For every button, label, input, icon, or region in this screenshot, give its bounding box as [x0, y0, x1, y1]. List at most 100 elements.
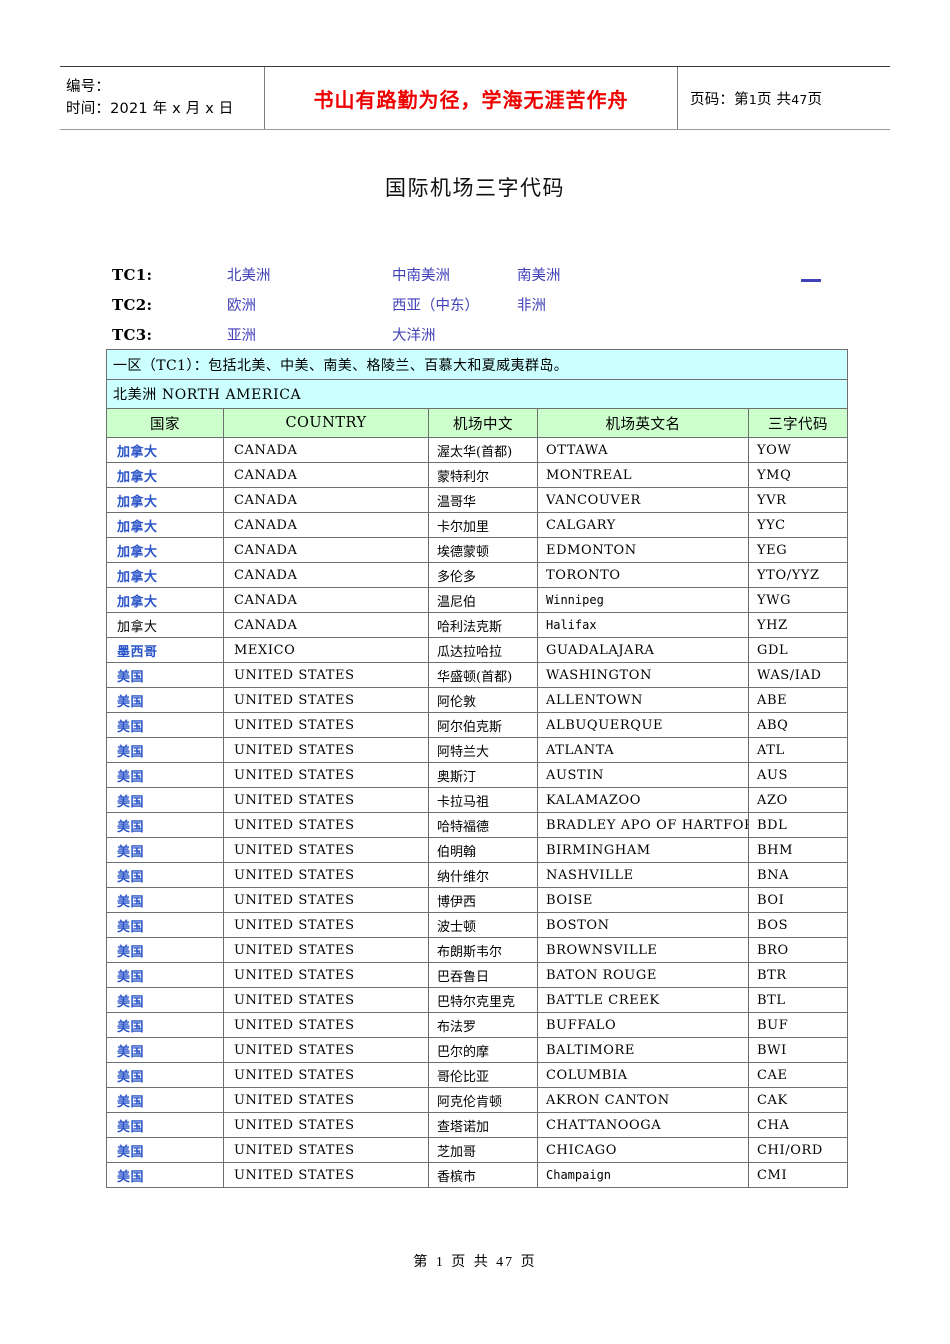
footer-suffix: 页 [520, 1254, 537, 1270]
cell-country-cn[interactable]: 美国 [106, 862, 224, 888]
cell-country-cn[interactable]: 美国 [106, 1062, 224, 1088]
table-row: 加拿大 CANADA 哈利法克斯 Halifax YHZ [106, 612, 849, 638]
table-header-row: 国家 COUNTRY 机场中文 机场英文名 三字代码 [106, 408, 849, 438]
header-doc-info-cell: 编号： 时间：2021 年 x 月 x 日 [60, 67, 265, 129]
cell-country-cn[interactable]: 加拿大 [106, 437, 224, 463]
cell-country-cn[interactable]: 美国 [106, 737, 224, 763]
column-header-country-cn: 国家 [106, 408, 224, 438]
cell-airport-en: BOSTON [537, 912, 749, 938]
cell-airport-cn: 阿特兰大 [428, 737, 538, 763]
cell-airport-cn: 瓜达拉哈拉 [428, 637, 538, 663]
tc1-link-south-america[interactable]: 南美洲 [517, 264, 677, 285]
cell-airport-en: CALGARY [537, 512, 749, 538]
cell-country-en: UNITED STATES [223, 712, 429, 738]
cell-airport-cn: 巴尔的摩 [428, 1037, 538, 1063]
cell-airport-cn: 华盛顿(首都) [428, 662, 538, 688]
cell-airport-code: YVR [747, 487, 849, 513]
cell-airport-cn: 哈特福德 [428, 812, 538, 838]
cell-airport-code: BOI [747, 887, 849, 913]
tc2-link-europe[interactable]: 欧洲 [227, 294, 392, 315]
cell-airport-cn: 阿伦敦 [428, 687, 538, 713]
table-row: 美国 UNITED STATES 芝加哥 CHICAGO CHI/ORD [106, 1137, 849, 1163]
doc-number-label: 编号： [66, 78, 111, 95]
header-page-current: 1 [748, 91, 757, 107]
table-row: 美国 UNITED STATES 波士顿 BOSTON BOS [106, 912, 849, 938]
cell-country-cn[interactable]: 墨西哥 [106, 637, 224, 663]
page-footer: 第 1 页 共 47 页 [0, 1251, 950, 1271]
cell-airport-en: OTTAWA [537, 437, 749, 463]
cell-airport-en: GUADALAJARA [537, 637, 749, 663]
cell-country-en: CANADA [223, 612, 429, 638]
cell-country-cn[interactable]: 美国 [106, 762, 224, 788]
cell-country-en: UNITED STATES [223, 912, 429, 938]
tc3-label: TC3: [112, 326, 153, 344]
cell-airport-cn: 巴特尔克里克 [428, 987, 538, 1013]
cell-country-cn[interactable]: 美国 [106, 837, 224, 863]
cell-airport-en: NASHVILLE [537, 862, 749, 888]
cell-country-cn[interactable]: 美国 [106, 812, 224, 838]
tc2-link-africa[interactable]: 非洲 [517, 294, 677, 315]
tc1-link-central-south-america[interactable]: 中南美洲 [392, 264, 517, 285]
zone-banner-text: 一区（TC1）：包括北美、中美、南美、格陵兰、百慕大和夏威夷群岛。 [105, 349, 849, 380]
cell-airport-cn: 奥斯汀 [428, 762, 538, 788]
cell-country-cn[interactable]: 美国 [106, 1112, 224, 1138]
cell-country-cn[interactable]: 加拿大 [106, 462, 224, 488]
cell-airport-en: Halifax [537, 612, 749, 638]
cell-country-cn[interactable]: 加拿大 [106, 562, 224, 588]
cell-airport-en: COLUMBIA [537, 1062, 749, 1088]
cell-country-cn[interactable]: 美国 [106, 962, 224, 988]
cell-airport-code: YHZ [747, 612, 849, 638]
cell-airport-code: CHI/ORD [747, 1137, 849, 1163]
cell-country-cn[interactable]: 美国 [106, 1012, 224, 1038]
cell-country-en: UNITED STATES [223, 962, 429, 988]
cell-country-cn[interactable]: 加拿大 [106, 587, 224, 613]
cell-country-cn[interactable]: 美国 [106, 912, 224, 938]
cell-airport-cn: 温尼伯 [428, 587, 538, 613]
cell-country-en: CANADA [223, 587, 429, 613]
cell-country-cn[interactable]: 美国 [106, 887, 224, 913]
table-row: 加拿大 CANADA 温哥华 VANCOUVER YVR [106, 487, 849, 513]
tc3-link-oceania[interactable]: 大洋洲 [392, 324, 517, 345]
cell-country-cn[interactable]: 美国 [106, 1087, 224, 1113]
tc3-link-asia[interactable]: 亚洲 [227, 324, 392, 345]
cell-airport-en: TORONTO [537, 562, 749, 588]
cell-airport-code: CAE [747, 1062, 849, 1088]
table-row: 美国 UNITED STATES 哥伦比亚 COLUMBIA CAE [106, 1062, 849, 1088]
cell-country-cn[interactable]: 美国 [106, 787, 224, 813]
cell-airport-en: AUSTIN [537, 762, 749, 788]
cell-country-cn[interactable]: 美国 [106, 662, 224, 688]
cell-country-en: UNITED STATES [223, 662, 429, 688]
header-page-mid: 页 共 [756, 91, 792, 108]
cell-airport-code: AZO [747, 787, 849, 813]
cell-country-cn[interactable]: 美国 [106, 1162, 224, 1188]
cell-airport-en: BIRMINGHAM [537, 837, 749, 863]
cell-country-cn[interactable]: 美国 [106, 687, 224, 713]
cell-airport-code: YEG [747, 537, 849, 563]
cell-country-cn[interactable]: 美国 [106, 712, 224, 738]
cell-country-cn[interactable]: 美国 [106, 987, 224, 1013]
cell-airport-code: ATL [747, 737, 849, 763]
cell-airport-en: VANCOUVER [537, 487, 749, 513]
cell-country-cn[interactable]: 美国 [106, 937, 224, 963]
cell-airport-code: WAS/IAD [747, 662, 849, 688]
cell-airport-en: ALLENTOWN [537, 687, 749, 713]
region-banner-text: 北美洲 NORTH AMERICA [105, 379, 849, 409]
cell-airport-cn: 香槟市 [428, 1162, 538, 1188]
cell-country-cn[interactable]: 美国 [106, 1137, 224, 1163]
cell-country-en: CANADA [223, 437, 429, 463]
blue-dash-mark [801, 279, 821, 282]
tc1-link-north-america[interactable]: 北美洲 [227, 264, 392, 285]
cell-airport-en: BOISE [537, 887, 749, 913]
cell-airport-cn: 布法罗 [428, 1012, 538, 1038]
cell-country-cn[interactable]: 美国 [106, 1037, 224, 1063]
cell-country-cn[interactable]: 加拿大 [106, 487, 224, 513]
cell-country-cn[interactable]: 加拿大 [106, 537, 224, 563]
cell-country-en: UNITED STATES [223, 737, 429, 763]
tc2-link-west-asia-middle-east[interactable]: 西亚（中东） [392, 294, 517, 315]
cell-country-en: UNITED STATES [223, 787, 429, 813]
cell-country-cn[interactable]: 加拿大 [106, 512, 224, 538]
cell-airport-en: Champaign [537, 1162, 749, 1188]
cell-airport-en: WASHINGTON [537, 662, 749, 688]
cell-airport-cn: 卡尔加里 [428, 512, 538, 538]
zone-banner-row: 一区（TC1）：包括北美、中美、南美、格陵兰、百慕大和夏威夷群岛。 [105, 349, 849, 380]
